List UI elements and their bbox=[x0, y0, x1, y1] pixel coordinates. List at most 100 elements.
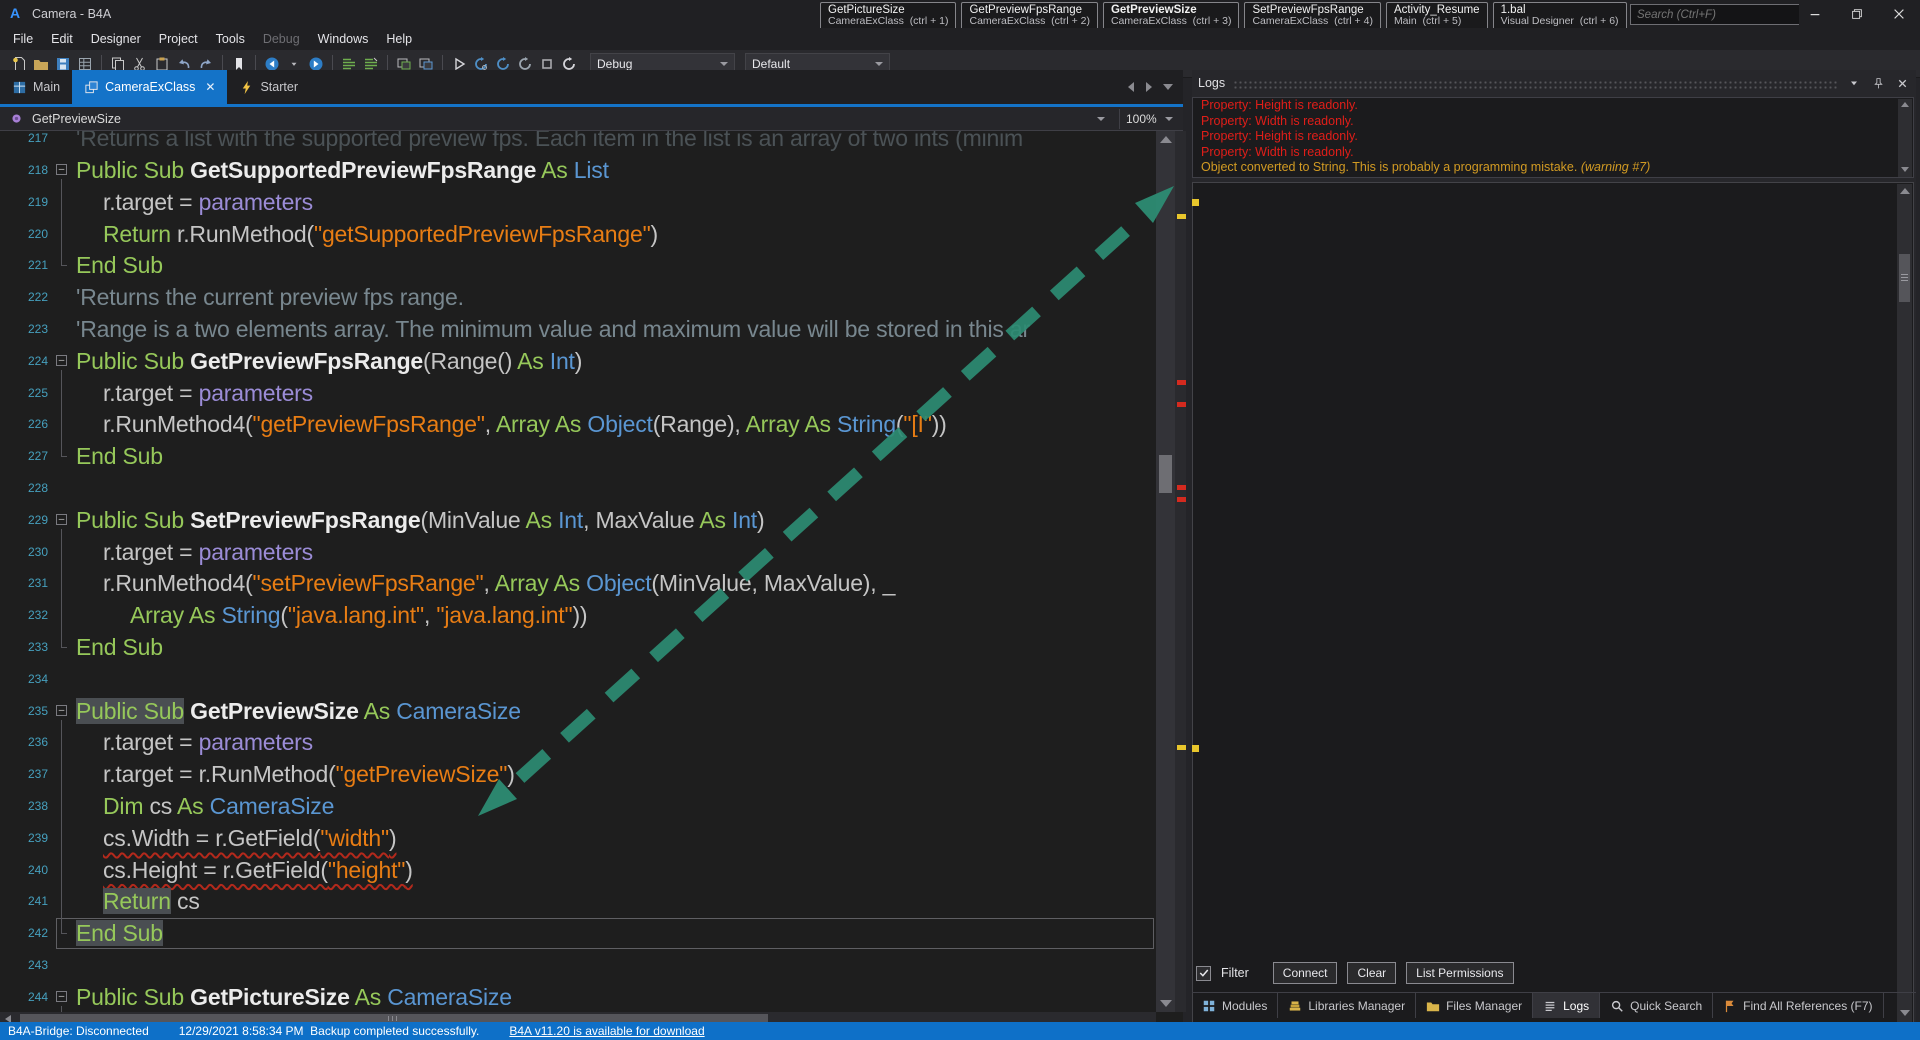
error-marker[interactable] bbox=[1177, 402, 1186, 407]
line-number: 242 bbox=[0, 917, 48, 949]
error-marker[interactable] bbox=[1177, 485, 1186, 490]
scroll-down-icon[interactable] bbox=[1901, 167, 1909, 172]
quick-tab-getpreviewfpsrange[interactable]: GetPreviewFpsRange CameraExClass (ctrl +… bbox=[961, 2, 1097, 30]
editor-zoom-dropdown[interactable]: 100% bbox=[1119, 109, 1183, 129]
bookmark-marker[interactable] bbox=[1177, 745, 1186, 750]
current-sub-dropdown[interactable]: GetPreviewSize bbox=[0, 111, 1097, 127]
menu-project[interactable]: Project bbox=[150, 29, 207, 49]
quick-tab-1.bal[interactable]: 1.bal Visual Designer (ctrl + 6) bbox=[1493, 2, 1627, 30]
quick-tab-getpreviewsize[interactable]: GetPreviewSize CameraExClass (ctrl + 3) bbox=[1103, 2, 1239, 30]
line-number: 237 bbox=[0, 758, 48, 790]
code-line-219: r.target = parameters bbox=[103, 186, 313, 218]
bookmark-marker[interactable] bbox=[1177, 214, 1186, 219]
logs-panel-header: Logs bbox=[1192, 72, 1916, 94]
vscroll-thumb[interactable] bbox=[1159, 455, 1172, 493]
dock-tab-find-all-references-f7-[interactable]: Find All References (F7) bbox=[1713, 993, 1883, 1018]
quick-search-icon bbox=[1610, 999, 1624, 1013]
menu-tools[interactable]: Tools bbox=[207, 29, 254, 49]
class-icon bbox=[84, 80, 99, 95]
zoom-level: 100% bbox=[1126, 112, 1157, 126]
logs-panel: Logs Property: Height is readonly.Proper… bbox=[1192, 70, 1916, 1022]
fold-collapse-icon[interactable]: – bbox=[56, 705, 67, 716]
dock-tab-files-manager[interactable]: Files Manager bbox=[1416, 993, 1533, 1018]
quick-tab-getpicturesize[interactable]: GetPictureSize CameraExClass (ctrl + 1) bbox=[820, 2, 956, 30]
line-number: 220 bbox=[0, 218, 48, 250]
restore-button[interactable] bbox=[1836, 0, 1878, 28]
close-icon[interactable] bbox=[1894, 75, 1910, 91]
menu-windows[interactable]: Windows bbox=[309, 29, 378, 49]
tab-label: Starter bbox=[260, 80, 298, 94]
log-message: Property: Width is readonly. bbox=[1193, 114, 1913, 130]
tab-list-dropdown-icon bbox=[1163, 83, 1173, 91]
tab-starter[interactable]: Starter bbox=[227, 70, 310, 104]
chevron-down-icon[interactable] bbox=[1097, 117, 1105, 121]
log-message: Property: Height is readonly. bbox=[1193, 129, 1913, 145]
scroll-up-icon[interactable] bbox=[1901, 102, 1909, 107]
line-number: 217 bbox=[0, 131, 48, 154]
scroll-up-icon[interactable] bbox=[1900, 188, 1910, 194]
line-number: 221 bbox=[0, 249, 48, 281]
code-line-222: 'Returns the current preview fps range. bbox=[76, 281, 464, 313]
sub-icon bbox=[10, 112, 23, 125]
chevron-down-icon bbox=[720, 62, 728, 66]
menu-debug[interactable]: Debug bbox=[254, 29, 309, 49]
dock-tab-libraries-manager[interactable]: Libraries Manager bbox=[1278, 993, 1416, 1018]
tab-main[interactable]: Main bbox=[0, 70, 72, 104]
scroll-thumb[interactable] bbox=[1899, 254, 1910, 302]
connect-button[interactable]: Connect bbox=[1273, 962, 1338, 984]
fold-scope-guide bbox=[61, 529, 62, 647]
sub-icon bbox=[8, 111, 24, 127]
bridge-status: B4A-Bridge: Disconnected bbox=[8, 1024, 149, 1038]
logs-output-scrollbar[interactable] bbox=[1897, 184, 1912, 1022]
log-message-list[interactable]: Property: Height is readonly.Property: W… bbox=[1192, 97, 1914, 178]
scroll-tabs-right-icon bbox=[1145, 82, 1153, 92]
scroll-up-icon[interactable] bbox=[1160, 136, 1172, 143]
tab-close-icon[interactable]: ✕ bbox=[205, 80, 215, 94]
pin-icon[interactable] bbox=[1870, 75, 1886, 91]
update-download-link[interactable]: B4A v11.20 is available for download bbox=[509, 1024, 704, 1038]
list-permissions-button[interactable]: List Permissions bbox=[1406, 962, 1513, 984]
quick-tab-subtitle: CameraExClass (ctrl + 3) bbox=[1111, 16, 1231, 27]
code-editor[interactable]: 217'Returns a list with the supported pr… bbox=[0, 131, 1156, 1012]
menu-designer[interactable]: Designer bbox=[82, 29, 150, 49]
scroll-down-icon[interactable] bbox=[1160, 1000, 1172, 1007]
clear-button[interactable]: Clear bbox=[1347, 962, 1396, 984]
line-number: 243 bbox=[0, 949, 48, 981]
error-marker[interactable] bbox=[1177, 497, 1186, 502]
menu-file[interactable]: File bbox=[4, 29, 42, 49]
code-line-238: Dim cs As CameraSize bbox=[103, 790, 334, 822]
editor-vertical-scrollbar[interactable] bbox=[1156, 131, 1186, 1012]
quick-tab-setpreviewfpsrange[interactable]: SetPreviewFpsRange CameraExClass (ctrl +… bbox=[1244, 2, 1380, 30]
fold-collapse-icon[interactable]: – bbox=[56, 514, 67, 525]
filter-checkbox[interactable] bbox=[1196, 966, 1211, 981]
chevron-down-icon[interactable] bbox=[1846, 75, 1862, 91]
dock-tab-logs[interactable]: Logs bbox=[1533, 993, 1600, 1018]
fold-collapse-icon[interactable]: – bbox=[56, 991, 67, 1002]
menu-edit[interactable]: Edit bbox=[42, 29, 82, 49]
code-line-244: Public Sub GetPictureSize As CameraSize bbox=[76, 981, 512, 1012]
log-list-scrollbar[interactable] bbox=[1898, 99, 1912, 177]
minimize-button[interactable] bbox=[1794, 0, 1836, 28]
line-number: 232 bbox=[0, 599, 48, 631]
fold-collapse-icon[interactable]: – bbox=[56, 355, 67, 366]
code-line-218: Public Sub GetSupportedPreviewFpsRange A… bbox=[76, 154, 609, 186]
bottom-dock-tabs: ModulesLibraries ManagerFiles ManagerLog… bbox=[1192, 992, 1916, 1018]
vscroll-track[interactable] bbox=[1156, 131, 1175, 1012]
search-box bbox=[1630, 4, 1790, 25]
quick-tab-activity_resume[interactable]: Activity_Resume Main (ctrl + 5) bbox=[1386, 2, 1488, 30]
close-button[interactable] bbox=[1878, 0, 1920, 28]
line-number: 239 bbox=[0, 822, 48, 854]
dock-tab-modules[interactable]: Modules bbox=[1192, 993, 1278, 1018]
line-number: 244 bbox=[0, 981, 48, 1012]
fold-collapse-icon[interactable]: – bbox=[56, 164, 67, 175]
panel-drag-texture[interactable] bbox=[1233, 80, 1838, 89]
dock-tab-quick-search[interactable]: Quick Search bbox=[1600, 993, 1713, 1018]
menu-help[interactable]: Help bbox=[377, 29, 421, 49]
logs-output-area[interactable] bbox=[1192, 182, 1914, 1023]
app-logo-icon: A bbox=[10, 5, 20, 21]
tab-cameraexclass[interactable]: CameraExClass✕ bbox=[72, 70, 227, 104]
code-line-231: r.RunMethod4("setPreviewFpsRange", Array… bbox=[103, 567, 895, 599]
error-marker[interactable] bbox=[1177, 380, 1186, 385]
quick-access-bookmarks: GetPictureSize CameraExClass (ctrl + 1)G… bbox=[820, 2, 1627, 30]
search-input[interactable] bbox=[1630, 4, 1799, 25]
